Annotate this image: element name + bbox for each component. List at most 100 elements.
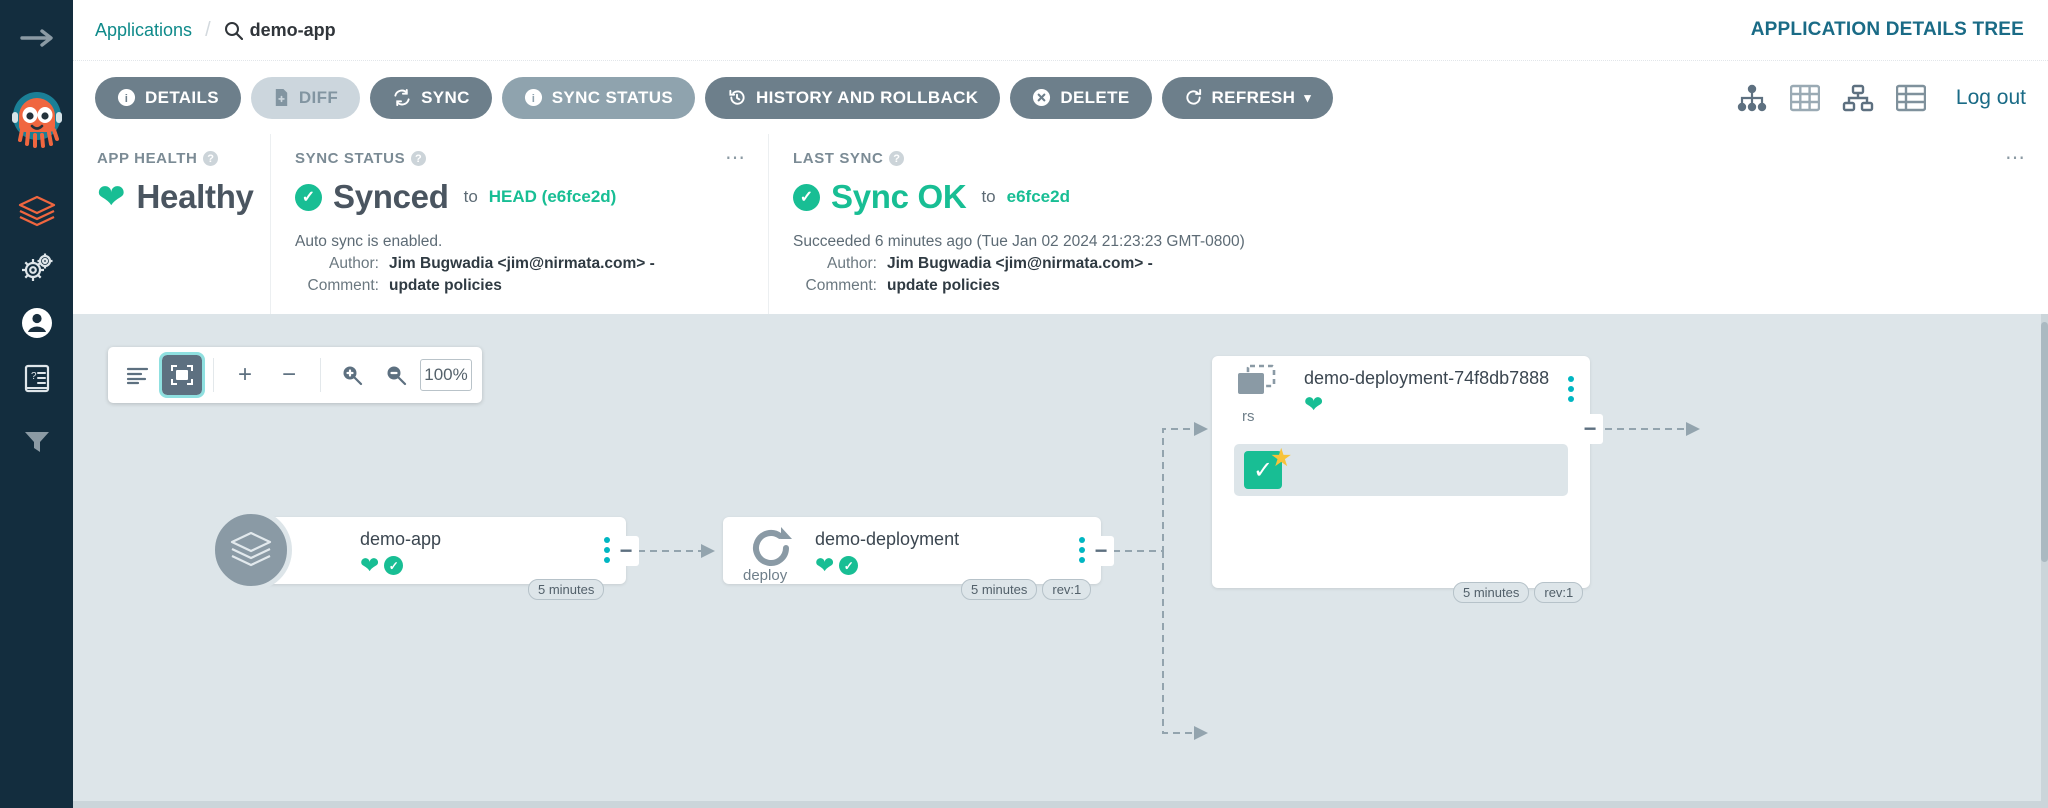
layers-icon bbox=[18, 195, 55, 227]
zoom-level-input[interactable] bbox=[420, 359, 472, 391]
user-icon bbox=[21, 308, 52, 338]
info-icon: i bbox=[117, 88, 136, 107]
node-menu-button[interactable] bbox=[1079, 537, 1085, 563]
deployment-circular-arrow-icon bbox=[753, 527, 792, 566]
sync-status-button[interactable]: i SYNC STATUS bbox=[501, 76, 696, 119]
sync-button[interactable]: SYNC bbox=[370, 76, 492, 119]
comment-value: update policies bbox=[389, 277, 502, 294]
help-icon[interactable]: ? bbox=[203, 151, 219, 166]
app-health-panel: APP HEALTH ? ❤ Healthy bbox=[73, 134, 270, 314]
graph-horizontal-scrollbar[interactable] bbox=[73, 801, 2048, 808]
node-age-badge: 5 minutes bbox=[528, 579, 605, 600]
diff-button-label: DIFF bbox=[298, 87, 339, 107]
chevron-down-icon: ▾ bbox=[1304, 89, 1312, 105]
node-title: demo-deployment-74f8db7888 bbox=[1304, 368, 1550, 388]
check-circle-icon: ✓ bbox=[295, 183, 322, 211]
node-badges: 5 minutes bbox=[528, 579, 605, 600]
history-and-rollback-button[interactable]: HISTORY AND ROLLBACK bbox=[705, 76, 1001, 119]
toolbar-divider bbox=[213, 358, 214, 392]
comment-label: Comment: bbox=[805, 277, 878, 294]
history-clock-icon bbox=[729, 89, 745, 105]
tree-view-icon[interactable] bbox=[1736, 84, 1768, 112]
app-health-status: Healthy bbox=[136, 178, 254, 215]
last-sync-menu-button[interactable]: ⋯ bbox=[2005, 148, 2026, 168]
last-sync-revision-link[interactable]: e6fce2d bbox=[1007, 187, 1070, 207]
last-sync-to-word: to bbox=[981, 187, 996, 206]
network-view-icon[interactable] bbox=[1842, 84, 1874, 112]
magnify-plus-icon[interactable] bbox=[332, 355, 372, 395]
node-badges: 5 minutes rev:1 bbox=[961, 579, 1092, 600]
application-resource-tree: + − demo-app ❤ ✓ bbox=[73, 314, 2048, 808]
page-title: APPLICATION DETAILS TREE bbox=[1750, 19, 2024, 40]
argo-octopus-logo[interactable] bbox=[0, 76, 73, 162]
star-icon: ★ bbox=[1270, 444, 1293, 472]
list-view-icon[interactable] bbox=[1895, 84, 1926, 112]
node-menu-button[interactable] bbox=[604, 537, 610, 563]
sidebar-item-settings[interactable] bbox=[0, 240, 73, 294]
heart-icon: ❤ bbox=[815, 552, 835, 578]
close-circle-icon bbox=[1033, 88, 1051, 107]
zoom-increase-button[interactable]: + bbox=[225, 355, 265, 395]
node-kind-label: deploy bbox=[743, 567, 788, 584]
node-status-icons: ❤ ✓ bbox=[360, 552, 404, 578]
status-panels: APP HEALTH ? ❤ Healthy ⋯ SYNC STATUS ? ✓… bbox=[73, 134, 2048, 314]
zoom-decrease-button[interactable]: − bbox=[269, 355, 309, 395]
sidebar-item-documentation[interactable]: ? bbox=[0, 352, 73, 406]
last-sync-succeeded-text: Succeeded 6 minutes ago (Tue Jan 02 2024… bbox=[793, 233, 1245, 250]
sidebar-item-applications[interactable] bbox=[0, 184, 73, 238]
tiles-view-icon[interactable] bbox=[1789, 84, 1820, 112]
top-bar: Applications / demo-app APPLICATION DETA… bbox=[73, 0, 2048, 61]
graph-vertical-scrollbar[interactable] bbox=[2041, 314, 2048, 808]
node-collapse-button[interactable]: − bbox=[1088, 536, 1114, 566]
sync-status-menu-button[interactable]: ⋯ bbox=[725, 148, 746, 168]
toolbar-divider bbox=[320, 358, 321, 392]
argo-octopus-logo-icon bbox=[11, 92, 62, 148]
sync-status-value: Synced bbox=[333, 178, 449, 215]
help-icon[interactable]: ? bbox=[889, 151, 905, 166]
graph-node-deployment[interactable]: demo-deployment ❤ ✓ deploy bbox=[723, 517, 1101, 584]
sidebar-item-filter[interactable] bbox=[0, 414, 73, 468]
logout-button[interactable]: Log out bbox=[1956, 86, 2026, 110]
breadcrumb-applications-link[interactable]: Applications bbox=[95, 20, 192, 41]
node-collapse-button[interactable]: − bbox=[1577, 414, 1603, 444]
replicaset-stacked-boxes-icon bbox=[1238, 364, 1276, 394]
refresh-button[interactable]: REFRESH ▾ bbox=[1161, 76, 1334, 119]
application-avatar-icon bbox=[210, 509, 292, 591]
history-and-rollback-button-label: HISTORY AND ROLLBACK bbox=[756, 87, 979, 107]
check-circle-icon: ✓ bbox=[384, 556, 404, 575]
app-health-label-text: APP HEALTH bbox=[97, 150, 198, 167]
sync-status-value-row: ✓ Synced to HEAD (e6fce2d) bbox=[295, 178, 744, 216]
layers-stack-icon bbox=[230, 531, 272, 567]
details-button-label: DETAILS bbox=[145, 87, 219, 107]
info-icon: i bbox=[524, 88, 542, 107]
graph-node-application[interactable]: demo-app ❤ ✓ bbox=[248, 517, 626, 584]
node-collapse-button[interactable]: − bbox=[613, 536, 639, 566]
sync-status-revision-link[interactable]: HEAD (e6fce2d) bbox=[489, 187, 617, 207]
svg-text:i: i bbox=[125, 93, 129, 105]
refresh-button-label: REFRESH bbox=[1211, 87, 1296, 107]
last-sync-panel: ⋯ LAST SYNC ? ✓ Sync OK to e6fce2d Succe… bbox=[768, 134, 2048, 314]
file-diff-icon bbox=[275, 88, 288, 107]
last-sync-value: Sync OK bbox=[831, 178, 967, 215]
sidebar-item-user-info[interactable] bbox=[0, 296, 73, 350]
sync-status-comment-row: Comment: update policies bbox=[295, 277, 744, 295]
delete-button[interactable]: DELETE bbox=[1010, 76, 1152, 119]
text-lines-icon[interactable] bbox=[118, 355, 158, 395]
expand-nav-button[interactable] bbox=[0, 0, 73, 76]
magnify-minus-icon[interactable] bbox=[376, 355, 416, 395]
node-menu-button[interactable] bbox=[1568, 376, 1574, 402]
comment-value: update policies bbox=[887, 277, 1000, 294]
author-value: Jim Bugwadia <jim@nirmata.com> - bbox=[887, 255, 1153, 272]
fit-to-screen-icon[interactable] bbox=[159, 352, 205, 398]
heart-icon: ❤ bbox=[360, 552, 380, 578]
pod-group-container: ✓ ★ bbox=[1234, 444, 1568, 496]
funnel-icon bbox=[24, 432, 49, 452]
sync-status-panel: ⋯ SYNC STATUS ? ✓ Synced to HEAD (e6fce2… bbox=[270, 134, 768, 314]
help-icon[interactable]: ? bbox=[411, 151, 427, 166]
sync-status-label: SYNC STATUS ? bbox=[295, 150, 744, 167]
graph-node-replicaset[interactable]: demo-deployment-74f8db7888 ❤ rs ✓ ★ bbox=[1212, 356, 1590, 588]
details-button[interactable]: i DETAILS bbox=[95, 76, 241, 119]
last-sync-comment-row: Comment: update policies bbox=[793, 277, 2024, 295]
diff-button[interactable]: DIFF bbox=[250, 76, 361, 119]
gears-icon bbox=[21, 253, 52, 281]
